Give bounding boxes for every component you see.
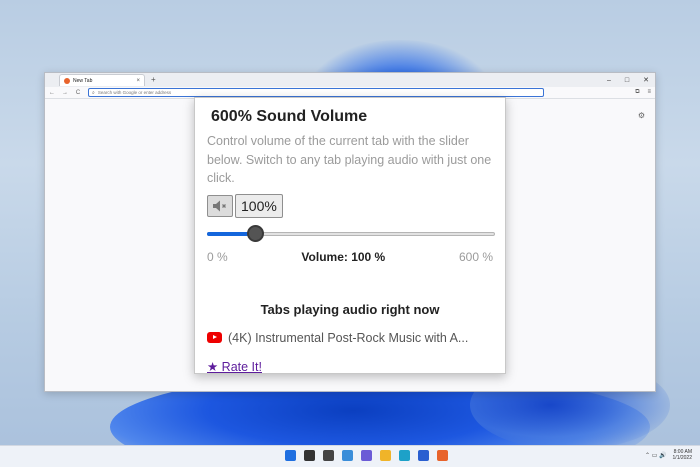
volume-slider[interactable]	[207, 224, 495, 242]
slider-thumb[interactable]	[247, 224, 264, 242]
rate-it-link[interactable]: ★ Rate It!	[207, 359, 262, 374]
volume-controls: 100%	[207, 193, 493, 218]
nav-right-tools: ⧉ ≡	[635, 89, 651, 96]
url-placeholder: Search with Google or enter address	[97, 90, 172, 95]
maximize-button[interactable]: □	[625, 77, 629, 84]
current-volume-label: Volume: 100 %	[301, 249, 386, 264]
speaker-mute-icon	[213, 200, 226, 211]
chat-icon[interactable]	[361, 450, 372, 461]
taskbar: ⌃ ▭ 🔊 8:00 AM 1/1/2022	[0, 445, 700, 467]
close-window-button[interactable]: ✕	[643, 76, 649, 84]
forward-button[interactable]: →	[62, 90, 68, 96]
minimize-button[interactable]: –	[607, 77, 611, 84]
sound-volume-popup: 600% Sound Volume Control volume of the …	[194, 97, 506, 374]
scale-max-label: 600 %	[458, 249, 493, 264]
popup-title: 600% Sound Volume	[211, 108, 368, 125]
popup-description: Control volume of the current tab with t…	[207, 134, 492, 185]
taskbar-icons	[285, 450, 448, 461]
menu-button[interactable]: ≡	[647, 89, 651, 96]
clock-date: 1/1/2022	[672, 455, 692, 461]
search-icon: ⌕	[92, 89, 95, 96]
file-explorer-icon[interactable]	[380, 450, 391, 461]
start-icon[interactable]	[285, 450, 296, 461]
firefox-favicon-icon	[64, 77, 70, 84]
widgets-icon[interactable]	[342, 450, 353, 461]
audio-tab-item[interactable]: (4K) Instrumental Post-Rock Music with A…	[207, 331, 493, 345]
store-icon[interactable]	[418, 450, 429, 461]
firefox-icon[interactable]	[437, 450, 448, 461]
back-button[interactable]: ←	[49, 90, 55, 96]
tab-title: New Tab	[73, 77, 93, 84]
tray-icons[interactable]: ⌃ ▭ 🔊	[645, 452, 667, 459]
clock[interactable]: 8:00 AM 1/1/2022	[673, 449, 692, 461]
tab-close-icon[interactable]: ×	[136, 78, 140, 84]
edge-icon[interactable]	[399, 450, 410, 461]
url-bar[interactable]: ⌕ Search with Google or enter address	[88, 88, 544, 97]
mute-button[interactable]	[207, 194, 233, 217]
youtube-icon	[207, 332, 222, 343]
task-view-icon[interactable]	[323, 450, 334, 461]
audio-tab-title: (4K) Instrumental Post-Rock Music with A…	[228, 330, 469, 345]
system-tray: ⌃ ▭ 🔊 8:00 AM 1/1/2022	[645, 449, 692, 461]
new-tab-button[interactable]: +	[151, 74, 156, 86]
gear-icon[interactable]: ⚙	[638, 111, 645, 120]
window-controls: – □ ✕	[607, 73, 649, 87]
tab-bar: New Tab × + – □ ✕	[45, 73, 655, 87]
reload-button[interactable]: C	[75, 90, 81, 96]
tab-new-tab[interactable]: New Tab ×	[59, 74, 145, 86]
extensions-button[interactable]: ⧉	[635, 89, 639, 96]
search-icon[interactable]	[304, 450, 315, 461]
volume-scale: 0 % Volume: 100 % 600 %	[207, 250, 493, 264]
volume-percent-button[interactable]: 100%	[235, 193, 283, 218]
scale-min-label: 0 %	[207, 249, 228, 264]
audio-tabs-heading: Tabs playing audio right now	[260, 301, 440, 317]
